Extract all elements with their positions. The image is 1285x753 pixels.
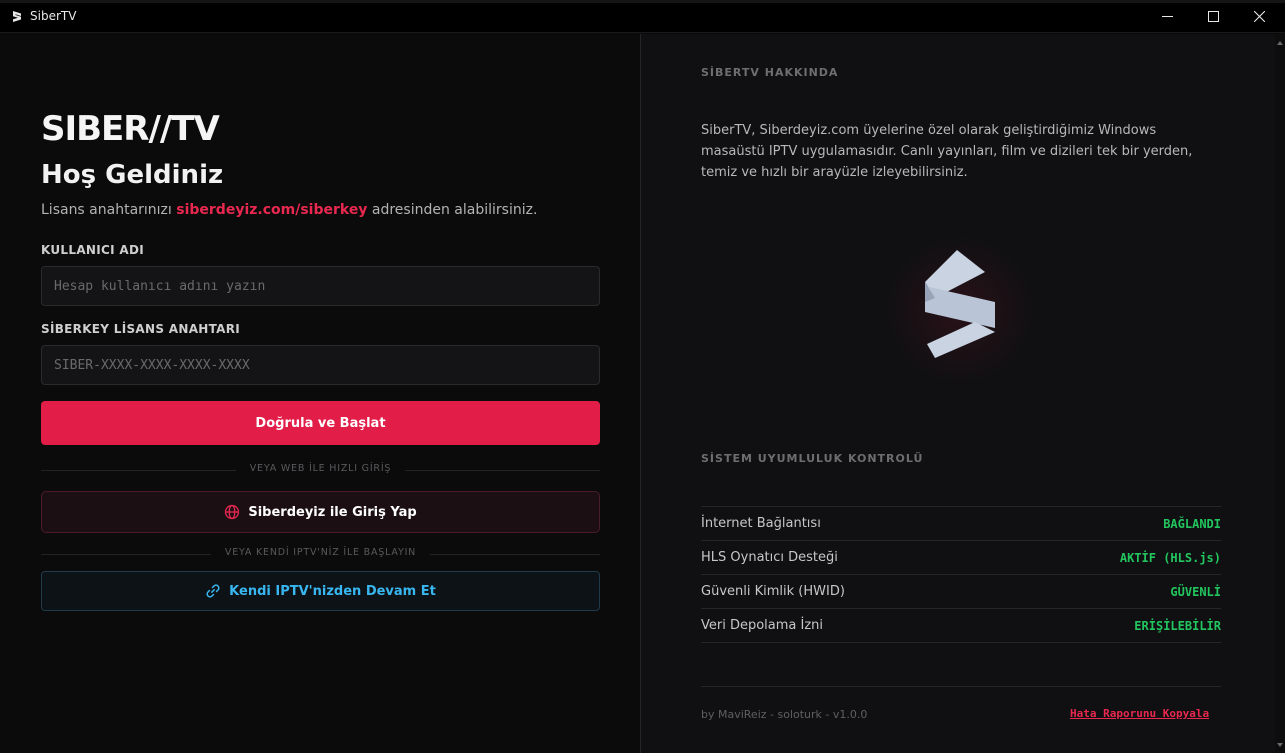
minimize-icon — [1161, 16, 1173, 17]
maximize-icon — [1207, 11, 1219, 22]
close-button[interactable] — [1236, 0, 1282, 33]
system-check-label: Güvenli Kimlik (HWID) — [701, 584, 845, 599]
system-check-status: GÜVENLİ — [1170, 584, 1221, 599]
siber-s-logo-icon — [925, 250, 995, 358]
copy-error-report-link[interactable]: Hata Raporunu Kopyala — [1070, 707, 1209, 720]
globe-icon — [225, 504, 240, 520]
username-label: KULLANICI ADI — [41, 243, 144, 257]
system-check-row: Güvenli Kimlik (HWID) GÜVENLİ — [701, 575, 1221, 609]
system-check-row: Veri Depolama İzni ERİŞİLEBİLİR — [701, 609, 1221, 643]
iptv-separator-text: VEYA KENDİ IPTV'NİZ İLE BAŞLAYIN — [224, 547, 417, 558]
brand-title: SIBER//TV — [41, 109, 220, 149]
window-titlebar: SiberTV — [0, 0, 1285, 33]
window-title: SiberTV — [30, 9, 77, 23]
verify-start-button[interactable]: Doğrula ve Başlat — [41, 401, 600, 445]
username-input[interactable] — [41, 266, 600, 306]
siberdeyiz-login-button[interactable]: Siberdeyiz ile Giriş Yap — [41, 491, 600, 533]
welcome-heading: Hoş Geldiniz — [41, 160, 224, 190]
license-key-input[interactable] — [41, 345, 600, 385]
license-hint: Lisans anahtarınızı siberdeyiz.com/siber… — [41, 202, 537, 218]
footer-divider — [701, 686, 1221, 687]
system-check-status: ERİŞİLEBİLİR — [1134, 618, 1221, 633]
system-check-row: İnternet Bağlantısı BAĞLANDI — [701, 507, 1221, 541]
scroll-down-icon[interactable] — [1277, 742, 1283, 748]
system-check-status: AKTİF (HLS.js) — [1119, 550, 1221, 565]
system-check-label: İnternet Bağlantısı — [701, 516, 821, 531]
system-check-status: BAĞLANDI — [1163, 516, 1221, 531]
scroll-up-icon[interactable] — [1277, 40, 1283, 46]
app-logo-icon — [13, 11, 21, 22]
system-check-row: HLS Oynatıcı Desteği AKTİF (HLS.js) — [701, 541, 1221, 575]
background-tabs-strip — [0, 0, 1285, 3]
link-icon — [206, 584, 220, 598]
maximize-button[interactable] — [1190, 0, 1236, 33]
own-iptv-button[interactable]: Kendi IPTV'nizden Devam Et — [41, 571, 600, 611]
system-check-label: Veri Depolama İzni — [701, 618, 824, 633]
system-check-title: SİSTEM UYUMLULUK KONTROLÜ — [701, 452, 924, 465]
system-check-label: HLS Oynatıcı Desteği — [701, 550, 838, 565]
iptv-separator: VEYA KENDİ IPTV'NİZ İLE BAŞLAYIN — [41, 547, 600, 561]
credits-text: by MaviReiz - soloturk - v1.0.0 — [701, 708, 868, 721]
license-key-label: SİBERKEY LİSANS ANAHTARI — [41, 322, 241, 336]
web-login-separator-text: VEYA WEB İLE HIZLI GİRİŞ — [249, 463, 392, 474]
about-title: SİBERTV HAKKINDA — [701, 66, 839, 79]
license-hint-prefix: Lisans anahtarınızı — [41, 202, 177, 218]
siberkey-link[interactable]: siberdeyiz.com/siberkey — [176, 202, 367, 218]
web-login-separator: VEYA WEB İLE HIZLI GİRİŞ — [41, 463, 600, 477]
siberdeyiz-login-label: Siberdeyiz ile Giriş Yap — [248, 504, 417, 520]
license-hint-suffix: adresinden alabilirsiniz. — [367, 202, 538, 218]
scrollbar-track[interactable] — [1275, 34, 1285, 753]
minimize-button[interactable] — [1144, 0, 1190, 33]
own-iptv-label: Kendi IPTV'nizden Devam Et — [229, 583, 436, 599]
about-text: SiberTV, Siberdeyiz.com üyelerine özel o… — [701, 123, 1193, 180]
close-icon — [1253, 11, 1265, 22]
